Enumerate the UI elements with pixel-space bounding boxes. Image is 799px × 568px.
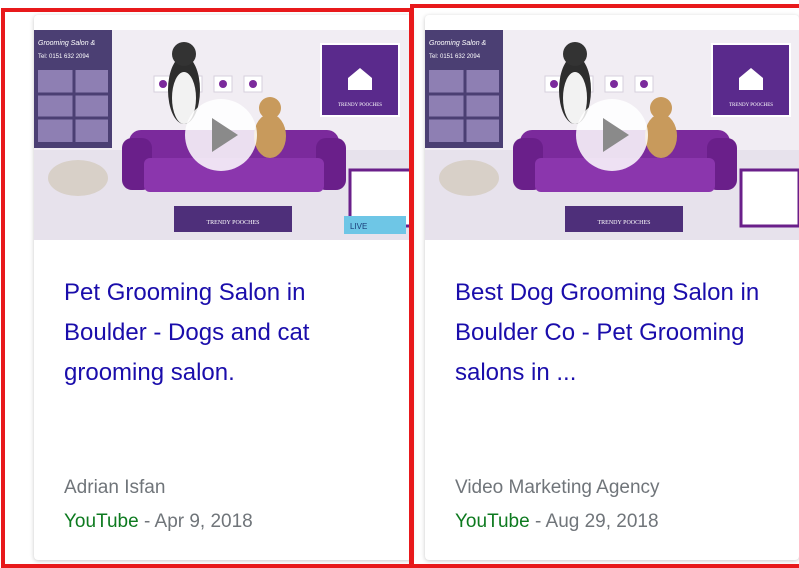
video-date: Aug 29, 2018 [545, 511, 659, 532]
source-separator: - [138, 511, 155, 532]
video-date: Apr 9, 2018 [154, 511, 253, 532]
thumb-sign-line2: Tel: 0151 632 2094 [38, 54, 90, 60]
thumb-logo-text: TRENDY POOCHES [729, 103, 773, 108]
video-title-link[interactable]: Best Dog Grooming Salon in Boulder Co - … [455, 273, 775, 393]
video-source-name: YouTube [64, 511, 139, 532]
video-card-1[interactable]: Grooming Salon & Tel: 0151 632 2094 TREN… [34, 15, 412, 560]
video-source-line: YouTube - Apr 9, 2018 [64, 511, 253, 533]
thumb-logo-text: TRENDY POOCHES [338, 103, 382, 108]
svg-text:TRENDY POOCHES: TRENDY POOCHES [207, 220, 260, 226]
play-icon[interactable] [185, 99, 257, 171]
video-title-link[interactable]: Pet Grooming Salon in Boulder - Dogs and… [64, 273, 384, 393]
thumb-badge-text: LIVE [350, 222, 367, 231]
thumb-sign-line2: Tel: 0151 632 2094 [429, 54, 481, 60]
thumb-sign-line1: Grooming Salon & [38, 40, 96, 47]
svg-text:TRENDY POOCHES: TRENDY POOCHES [598, 220, 651, 226]
thumbnail-scene: Grooming Salon & Tel: 0151 632 2094 TREN… [34, 30, 412, 240]
thumb-sign-line1: Grooming Salon & [429, 40, 487, 47]
video-source-name: YouTube [455, 511, 530, 532]
video-card-2[interactable]: Grooming Salon & Tel: 0151 632 2094 TREN… [425, 15, 799, 560]
source-separator: - [529, 511, 546, 532]
video-source-line: YouTube - Aug 29, 2018 [455, 511, 659, 533]
video-author: Video Marketing Agency [455, 477, 660, 498]
video-thumbnail-1[interactable]: Grooming Salon & Tel: 0151 632 2094 TREN… [34, 30, 412, 240]
video-thumbnail-2[interactable]: Grooming Salon & Tel: 0151 632 2094 TREN… [425, 30, 799, 240]
play-icon[interactable] [576, 99, 648, 171]
video-author: Adrian Isfan [64, 477, 166, 498]
thumbnail-scene: Grooming Salon & Tel: 0151 632 2094 TREN… [425, 30, 799, 240]
